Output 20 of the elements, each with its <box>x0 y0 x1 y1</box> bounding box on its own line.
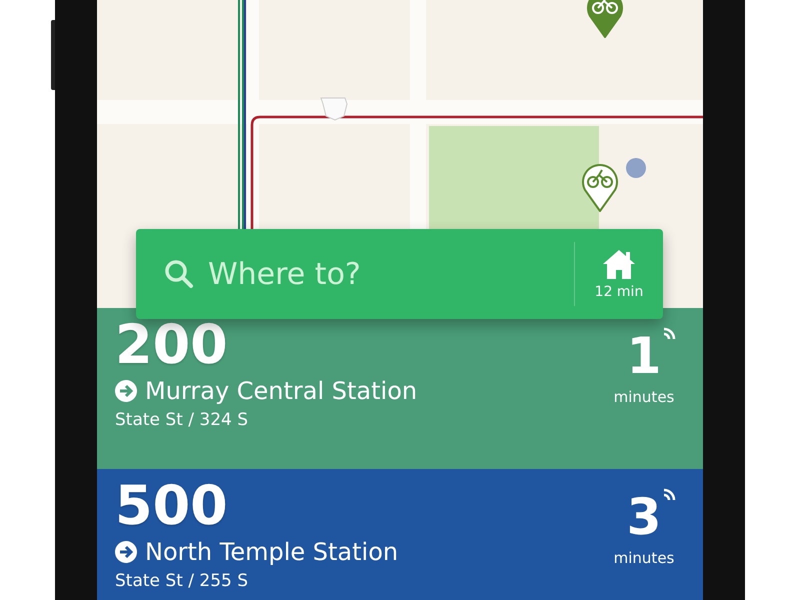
minutes-count: 1 <box>626 326 662 386</box>
route-shield-icon <box>320 97 348 121</box>
stop-name: State St / 255 S <box>115 571 248 591</box>
minutes-label: minutes <box>614 388 674 406</box>
departure-card[interactable]: 500 North Temple Station State St / 255 S 3 minutes <box>97 469 703 600</box>
departure-card[interactable]: 200 Murray Central Station State St / 324 S 1 minutes <box>97 308 703 469</box>
search-input[interactable]: Where to? <box>206 251 574 297</box>
destination-name: North Temple Station <box>145 537 398 567</box>
minutes-label: minutes <box>614 549 674 567</box>
search-field[interactable]: Where to? 12 min <box>136 229 663 319</box>
route-number: 200 <box>115 316 228 374</box>
destination-name: Murray Central Station <box>145 376 418 406</box>
realtime-icon <box>661 487 678 503</box>
search-icon <box>164 259 194 289</box>
bike-pin-icon[interactable] <box>585 0 625 38</box>
route-number: 500 <box>115 477 228 535</box>
minutes-count: 3 <box>626 487 662 547</box>
house-icon <box>602 248 636 280</box>
realtime-icon <box>661 326 678 342</box>
stop-name: State St / 324 S <box>115 410 248 430</box>
